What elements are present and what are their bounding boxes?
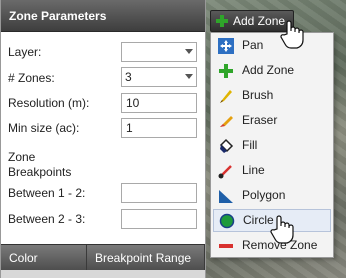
plus-icon	[219, 64, 233, 78]
remove-icon	[219, 244, 233, 248]
eraser-icon	[220, 116, 233, 127]
chevron-down-icon	[185, 74, 193, 79]
menu-item-label: Pan	[242, 38, 264, 52]
breakpoint-table-header: Color Breakpoint Range	[1, 244, 205, 270]
menu-item-label: Fill	[242, 138, 258, 152]
menu-item-label: Brush	[242, 88, 274, 102]
between-1-2-input[interactable]	[121, 183, 197, 203]
menu-item-add-zone[interactable]: Add Zone	[213, 59, 331, 82]
between-2-3-label: Between 2 - 3:	[8, 212, 86, 226]
min-size-label: Min size (ac):	[8, 121, 80, 135]
table-body	[1, 270, 205, 278]
breakpoint-range-column-header[interactable]: Breakpoint Range	[87, 245, 205, 270]
hand-cursor-icon	[270, 215, 294, 244]
min-size-input[interactable]: 1	[121, 118, 197, 138]
menu-item-label: Eraser	[242, 113, 278, 127]
pan-icon	[218, 38, 234, 54]
color-column-header[interactable]: Color	[1, 245, 87, 270]
menu-item-label: Add Zone	[242, 63, 295, 77]
hand-cursor-icon	[280, 20, 304, 49]
menu-item-eraser[interactable]: Eraser	[213, 109, 331, 132]
between-1-2-label: Between 1 - 2:	[8, 186, 86, 200]
layer-label: Layer:	[8, 45, 42, 59]
breakpoints-heading-line1: Zone	[8, 150, 36, 164]
plus-icon	[216, 15, 228, 27]
zone-parameters-panel: Zone Parameters Layer: # Zones: 3 Resolu…	[0, 0, 206, 278]
polygon-icon	[219, 190, 233, 203]
add-zone-button-label: Add Zone	[233, 14, 286, 28]
between-2-3-input[interactable]	[121, 209, 197, 229]
zones-select-value: 3	[125, 70, 132, 84]
menu-item-label: Line	[242, 163, 265, 177]
breakpoints-heading-line2: Breakpoints	[8, 165, 72, 179]
zones-select[interactable]: 3	[121, 67, 197, 87]
menu-item-label: Polygon	[242, 188, 286, 202]
fill-icon	[219, 138, 234, 153]
resolution-label: Resolution (m):	[8, 96, 90, 110]
menu-item-polygon[interactable]: Polygon	[213, 184, 331, 207]
menu-item-brush[interactable]: Brush	[213, 84, 331, 107]
resolution-input[interactable]: 10	[121, 93, 197, 113]
brush-icon	[220, 90, 232, 103]
menu-item-fill[interactable]: Fill	[213, 134, 331, 157]
menu-item-pan[interactable]: Pan	[213, 34, 331, 57]
menu-item-line[interactable]: Line	[213, 159, 331, 182]
layer-select[interactable]	[121, 42, 197, 62]
panel-title: Zone Parameters	[1, 0, 205, 32]
line-icon	[218, 165, 232, 179]
zones-label: # Zones:	[8, 71, 55, 85]
circle-icon	[219, 213, 235, 229]
chevron-down-icon	[185, 49, 193, 54]
